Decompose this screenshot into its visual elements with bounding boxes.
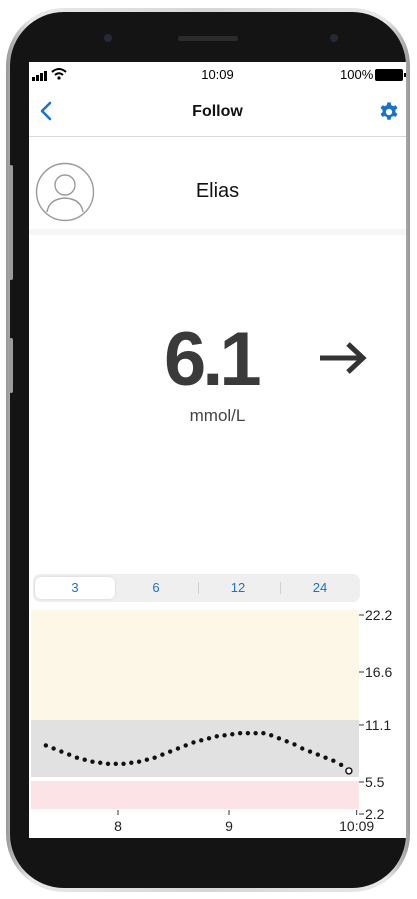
target-zone bbox=[31, 720, 359, 777]
glucose-point bbox=[59, 749, 64, 754]
y-tick-label: 22.2 bbox=[365, 607, 392, 623]
page-title: Follow bbox=[192, 103, 243, 120]
glucose-point bbox=[199, 738, 204, 743]
zone-gap bbox=[31, 777, 359, 781]
app-screen: 10:09 100% Follow Elias 6.1 mmol/L 3 6 1… bbox=[29, 62, 406, 838]
glucose-point bbox=[292, 742, 297, 747]
glucose-value: 6.1 bbox=[164, 317, 262, 402]
glucose-point bbox=[82, 757, 87, 762]
glucose-point bbox=[206, 736, 212, 741]
glucose-point bbox=[245, 731, 251, 736]
range-option-12h[interactable]: 12 bbox=[198, 577, 278, 599]
range-option-24h[interactable]: 24 bbox=[280, 577, 360, 599]
glucose-point bbox=[300, 746, 305, 751]
profile-header: Elias bbox=[29, 137, 406, 235]
arrow-right-icon bbox=[320, 342, 367, 374]
glucose-point bbox=[121, 761, 126, 766]
x-tick-label: 9 bbox=[225, 818, 233, 834]
glucose-point bbox=[191, 740, 196, 745]
glucose-point bbox=[338, 762, 344, 767]
x-tick-label: 10:09 bbox=[339, 818, 374, 834]
range-option-6h[interactable]: 6 bbox=[116, 577, 196, 599]
camera-icon bbox=[330, 34, 338, 42]
glucose-point bbox=[90, 759, 95, 764]
y-tick-label: 16.6 bbox=[365, 664, 392, 680]
current-reading-point bbox=[345, 767, 353, 775]
glucose-point bbox=[253, 731, 258, 736]
y-tick-label: 5.5 bbox=[365, 774, 385, 790]
glucose-point bbox=[268, 733, 274, 738]
y-axis: 22.216.611.15.52.2 bbox=[359, 607, 392, 822]
glucose-chart: 22.216.611.15.52.2 8 9 10:09 bbox=[31, 607, 392, 834]
glucose-point bbox=[105, 761, 111, 766]
glucose-point bbox=[74, 755, 80, 760]
glucose-point bbox=[261, 731, 266, 736]
glucose-point bbox=[331, 758, 336, 763]
glucose-point bbox=[51, 746, 56, 751]
glucose-point bbox=[276, 736, 282, 741]
glucose-point bbox=[43, 743, 49, 748]
camera-icon bbox=[104, 34, 112, 42]
glucose-point bbox=[66, 752, 72, 757]
glucose-point bbox=[315, 752, 320, 757]
phone-side-button bbox=[9, 338, 13, 393]
glucose-point bbox=[284, 739, 289, 744]
high-zone bbox=[31, 610, 359, 720]
glucose-point bbox=[129, 760, 134, 765]
glucose-point bbox=[136, 759, 142, 764]
time-range-selector: 3 6 12 24 bbox=[33, 574, 360, 602]
settings-button[interactable] bbox=[378, 101, 400, 123]
glucose-point bbox=[113, 761, 118, 766]
glucose-unit: mmol/L bbox=[189, 406, 246, 425]
status-bar: 10:09 100% bbox=[29, 62, 406, 86]
glucose-point bbox=[152, 755, 157, 760]
current-reading: 6.1 mmol/L bbox=[29, 310, 406, 425]
glucose-point bbox=[323, 755, 328, 760]
gear-icon bbox=[380, 102, 398, 120]
low-zone bbox=[31, 781, 359, 809]
battery-icon bbox=[375, 69, 406, 81]
patient-name: Elias bbox=[195, 180, 240, 202]
y-tick-label: 11.1 bbox=[365, 717, 391, 733]
range-option-3h[interactable]: 3 bbox=[35, 577, 115, 599]
phone-side-button bbox=[9, 165, 13, 280]
glucose-point bbox=[230, 732, 235, 737]
glucose-point bbox=[237, 731, 243, 736]
x-axis: 8 9 10:09 bbox=[114, 810, 374, 834]
phone-speaker bbox=[178, 36, 238, 41]
glucose-point bbox=[214, 734, 219, 739]
navigation-bar: Follow bbox=[29, 86, 406, 137]
battery-percent: 100% bbox=[340, 67, 374, 82]
glucose-point bbox=[222, 733, 227, 738]
glucose-point bbox=[175, 746, 181, 751]
x-tick-label: 8 bbox=[114, 818, 122, 834]
glucose-point bbox=[167, 749, 173, 754]
glucose-point bbox=[160, 752, 165, 757]
glucose-point bbox=[98, 760, 103, 765]
glucose-point bbox=[183, 743, 188, 748]
glucose-point bbox=[307, 749, 313, 754]
glucose-point bbox=[144, 757, 150, 762]
